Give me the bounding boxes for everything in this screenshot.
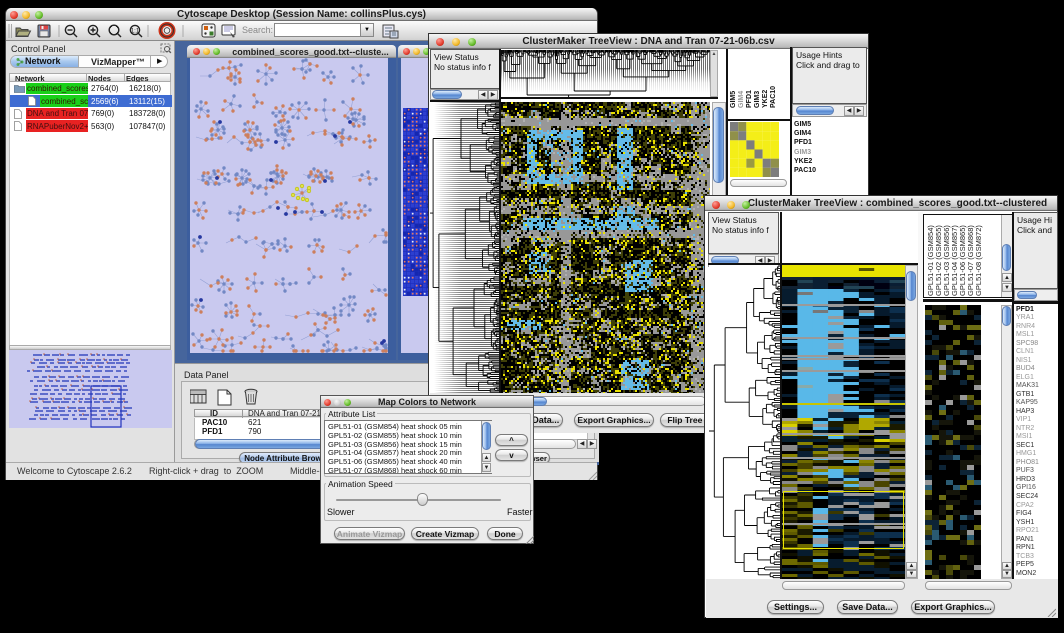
svg-text:1:1: 1:1 bbox=[131, 29, 140, 35]
